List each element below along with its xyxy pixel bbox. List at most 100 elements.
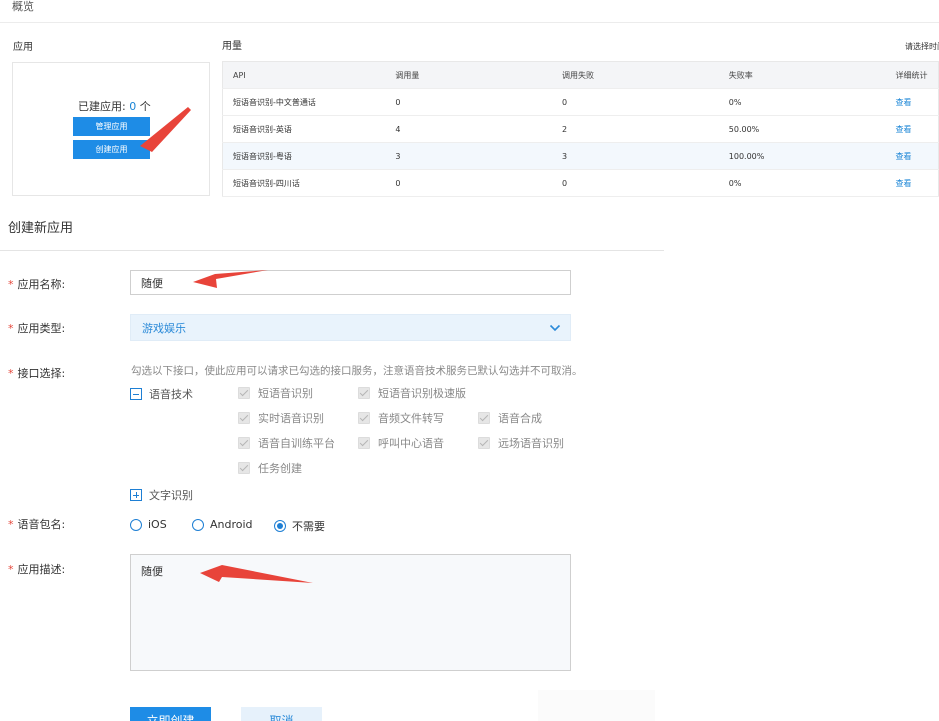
checkbox-checked-disabled-icon — [478, 412, 490, 424]
required-mark: * — [8, 563, 14, 576]
checkbox-checked-disabled-icon — [478, 437, 490, 449]
app-desc-textarea[interactable]: 随便 — [130, 554, 571, 671]
required-mark: * — [8, 322, 14, 335]
checkbox-checked-disabled-icon — [238, 462, 250, 474]
cell-fail-rate: 50.00% — [718, 115, 886, 143]
speech-tech-group-toggle[interactable]: 语音技术 — [130, 386, 193, 402]
app-count-prefix: 已建应用: — [78, 100, 130, 113]
cell-calls: 0 — [385, 169, 553, 197]
expand-plus-icon — [130, 489, 142, 501]
api-checkbox-label: 语音自训练平台 — [258, 437, 335, 450]
time-range-select[interactable]: 请选择时间 — [905, 41, 939, 52]
app-type-label: * 应用类型: — [8, 320, 65, 336]
view-detail-link[interactable]: 查看 — [885, 169, 939, 197]
create-app-section-title: 创建新应用 — [8, 221, 74, 236]
package-label: * 语音包名: — [8, 516, 65, 532]
view-detail-link[interactable]: 查看 — [885, 88, 939, 116]
view-detail-link[interactable]: 查看 — [885, 115, 939, 143]
overview-title: 概览 — [12, 0, 34, 13]
cell-api: 短语音识别-粤语 — [222, 142, 386, 170]
package-radio-ios[interactable]: iOS — [130, 518, 167, 531]
api-checkbox[interactable]: 短语音识别极速版 — [358, 385, 466, 401]
table-row: 短语音识别-中文普通话 0 0 0% 查看 — [222, 88, 939, 116]
cell-failures: 0 — [552, 169, 719, 197]
api-select-label: * 接口选择: — [8, 365, 65, 381]
api-checkbox[interactable]: 远场语音识别 — [478, 435, 564, 451]
api-select-hint: 勾选以下接口，使此应用可以请求已勾选的接口服务，注意语音技术服务已默认勾选并不可… — [131, 365, 583, 377]
col-header-api: API — [222, 61, 386, 89]
section-divider — [0, 250, 664, 251]
table-row: 短语音识别-四川话 0 0 0% 查看 — [222, 169, 939, 197]
radio-label: Android — [210, 518, 253, 531]
api-checkbox-label: 任务创建 — [258, 462, 302, 475]
package-radio-none[interactable]: 不需要 — [274, 518, 325, 534]
api-checkbox[interactable]: 任务创建 — [238, 460, 302, 476]
manage-apps-button[interactable]: 管理应用 — [73, 117, 150, 136]
table-row: 短语音识别-英语 4 2 50.00% 查看 — [222, 115, 939, 143]
required-mark: * — [8, 367, 14, 380]
api-checkbox[interactable]: 短语音识别 — [238, 385, 313, 401]
ocr-group-label: 文字识别 — [149, 489, 193, 502]
api-select-label-text: 接口选择: — [17, 367, 66, 380]
ocr-group-toggle[interactable]: 文字识别 — [130, 487, 193, 503]
cell-failures: 2 — [552, 115, 719, 143]
app-desc-label: * 应用描述: — [8, 561, 65, 577]
speech-tech-group-label: 语音技术 — [149, 388, 193, 401]
cell-failures: 0 — [552, 88, 719, 116]
required-mark: * — [8, 518, 14, 531]
table-row: 短语音识别-粤语 3 3 100.00% 查看 — [222, 142, 939, 170]
radio-on-icon — [274, 520, 286, 532]
required-mark: * — [8, 278, 14, 291]
api-checkbox[interactable]: 语音合成 — [478, 410, 542, 426]
cell-api: 短语音识别-中文普通话 — [222, 88, 386, 116]
usage-table: API 调用量 调用失败 失败率 详细统计 短语音识别-中文普通话 0 0 0%… — [222, 61, 939, 197]
create-app-button[interactable]: 创建应用 — [73, 140, 150, 159]
table-header-row: API 调用量 调用失败 失败率 详细统计 — [222, 61, 939, 89]
apps-section-label: 应用 — [13, 42, 33, 53]
api-checkbox[interactable]: 实时语音识别 — [238, 410, 324, 426]
col-header-calls: 调用量 — [385, 61, 553, 89]
checkbox-checked-disabled-icon — [358, 412, 370, 424]
app-type-select[interactable]: 游戏娱乐 — [130, 314, 571, 341]
api-checkbox-label: 语音合成 — [498, 412, 542, 425]
api-checkbox-label: 音频文件转写 — [378, 412, 444, 425]
cell-calls: 0 — [385, 88, 553, 116]
api-checkbox-label: 远场语音识别 — [498, 437, 564, 450]
radio-label: iOS — [148, 518, 167, 531]
checkbox-checked-disabled-icon — [238, 412, 250, 424]
cell-calls: 3 — [385, 142, 553, 170]
api-checkbox[interactable]: 呼叫中心语音 — [358, 435, 444, 451]
cell-fail-rate: 0% — [718, 88, 886, 116]
cell-fail-rate: 100.00% — [718, 142, 886, 170]
app-type-value: 游戏娱乐 — [142, 321, 186, 335]
app-count-text: 已建应用: 0 个 — [78, 98, 151, 114]
col-header-failures: 调用失败 — [552, 61, 719, 89]
api-checkbox-label: 实时语音识别 — [258, 412, 324, 425]
cell-fail-rate: 0% — [718, 169, 886, 197]
background-panel — [538, 690, 655, 721]
api-checkbox[interactable]: 音频文件转写 — [358, 410, 444, 426]
cancel-button[interactable]: 取消 — [241, 707, 322, 721]
app-type-label-text: 应用类型: — [17, 322, 66, 335]
col-header-fail-rate: 失败率 — [718, 61, 886, 89]
api-checkbox-label: 呼叫中心语音 — [378, 437, 444, 450]
cell-calls: 4 — [385, 115, 553, 143]
chevron-down-icon — [549, 324, 561, 332]
app-count-suffix: 个 — [136, 100, 151, 113]
create-now-button[interactable]: 立即创建 — [130, 707, 211, 721]
checkbox-checked-disabled-icon — [358, 437, 370, 449]
radio-off-icon — [130, 518, 142, 531]
cell-api: 短语音识别-四川话 — [222, 169, 386, 197]
api-checkbox[interactable]: 语音自训练平台 — [238, 435, 335, 451]
col-header-detail: 详细统计 — [885, 61, 939, 89]
app-name-input[interactable]: 随便 — [130, 270, 571, 295]
overview-divider — [0, 22, 939, 23]
app-name-label: * 应用名称: — [8, 276, 65, 292]
checkbox-checked-disabled-icon — [238, 387, 250, 399]
view-detail-link[interactable]: 查看 — [885, 142, 939, 170]
api-checkbox-label: 短语音识别极速版 — [378, 387, 466, 400]
package-radio-android[interactable]: Android — [192, 518, 253, 531]
package-label-text: 语音包名: — [17, 518, 66, 531]
radio-off-icon — [192, 518, 204, 531]
checkbox-checked-disabled-icon — [238, 437, 250, 449]
